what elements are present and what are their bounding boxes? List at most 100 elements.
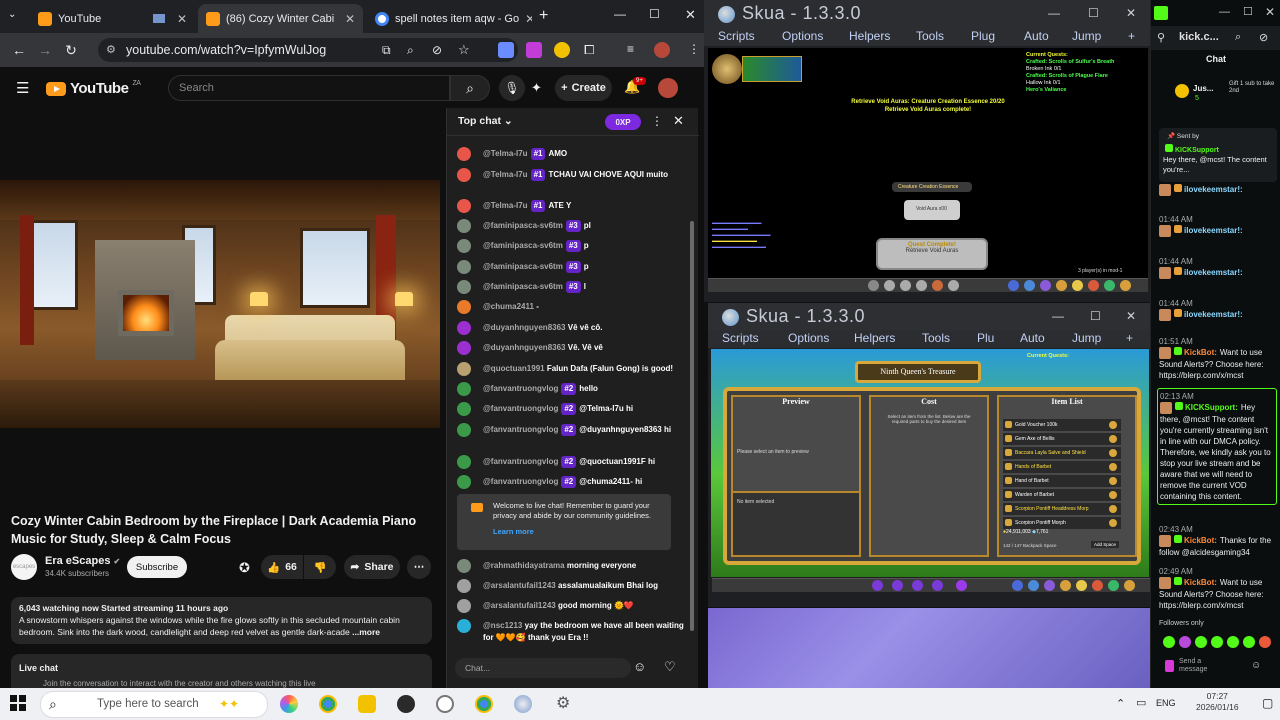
copilot-icon[interactable] [280, 695, 298, 713]
username[interactable]: @rahmathidayatrama [483, 561, 565, 570]
maximize-button[interactable]: ☐ [1090, 309, 1101, 323]
menu-orb[interactable] [1092, 580, 1103, 591]
kick-chat-message[interactable]: 02:13 AM KICKSupport: Hey there, @mcst! Th… [1157, 388, 1277, 505]
menu-plug[interactable]: Plu [977, 331, 994, 345]
game-viewport[interactable]: Ninth Queen's Treasure Current Quests: P… [711, 349, 1149, 577]
account-avatar[interactable] [658, 78, 678, 98]
kick-chat-message[interactable]: 02:49 AM KickBot: Want to use Sound Alerts… [1159, 566, 1277, 611]
puzzle-icon[interactable]: ⧠ [584, 42, 594, 58]
username[interactable]: @Telma-I7u [483, 201, 528, 210]
maximize-button[interactable]: ☐ [1243, 5, 1253, 18]
shop-item-row[interactable]: Warden of Barbet [1003, 489, 1121, 501]
user-avatar[interactable] [457, 455, 471, 469]
username[interactable]: @nsc1213 [483, 621, 522, 630]
language-indicator[interactable]: ENG [1156, 698, 1176, 708]
settings-gear-icon[interactable]: ⚙ [556, 693, 570, 713]
skill-orb[interactable] [872, 580, 883, 591]
username[interactable]: @arsalantufail1243 [483, 601, 556, 610]
more-actions-button[interactable]: ⋯ [407, 555, 431, 579]
user-avatar[interactable] [457, 239, 471, 253]
profile-avatar[interactable] [654, 42, 670, 58]
minimize-button[interactable]: — [1052, 309, 1064, 323]
shop-item-row[interactable]: Gold Voucher 100k [1003, 419, 1121, 431]
description-box[interactable]: 6,043 watching now Started streaming 11 … [11, 597, 432, 644]
reading-list-icon[interactable]: ≡ [627, 42, 634, 56]
close-chat-icon[interactable]: ✕ [673, 113, 684, 129]
microphone-button[interactable]: 🎙 [499, 75, 525, 101]
more-vert-icon[interactable]: ⋮ [651, 114, 663, 128]
skill-orb[interactable] [868, 280, 879, 291]
menu-options[interactable]: Options [788, 331, 829, 345]
search-input[interactable]: Search [168, 75, 450, 101]
menu-options[interactable]: Options [782, 29, 823, 43]
message-user[interactable]: KickBot: [1184, 348, 1217, 357]
user-avatar[interactable] [457, 147, 471, 161]
like-button[interactable]: 👍 66 [261, 555, 303, 579]
menu-orb[interactable] [1120, 280, 1131, 291]
menu-plug[interactable]: Plug [971, 29, 995, 43]
top-chat-dropdown[interactable]: Top chat ⌄ [458, 115, 513, 127]
network-icon[interactable]: ▭ [1136, 696, 1146, 709]
username[interactable]: @fanvantruongvlog [483, 457, 558, 466]
hamburger-menu-icon[interactable]: ☰ [16, 79, 29, 97]
channel-name[interactable]: Era eScapes ✔ [45, 555, 120, 567]
skill-orb[interactable] [932, 280, 943, 291]
username[interactable]: @duyanhnguyen8363 [483, 343, 566, 352]
xp-badge[interactable]: 0XP [605, 114, 641, 130]
maximize-button[interactable]: ☐ [649, 7, 660, 21]
username[interactable]: @duyanhnguyen8363 [483, 323, 566, 332]
message-user[interactable]: KickBot: [1184, 536, 1217, 545]
menu-orb[interactable] [1040, 280, 1051, 291]
user-avatar[interactable] [457, 362, 471, 376]
zoom-icon[interactable]: ⌕ [1235, 31, 1241, 44]
channel-avatar[interactable]: escapes [11, 554, 37, 580]
close-button[interactable]: ✕ [1265, 5, 1275, 19]
menu-orb[interactable] [1072, 280, 1083, 291]
user-avatar[interactable] [457, 559, 471, 573]
message-user[interactable]: ilovekeemstar!: [1184, 185, 1243, 194]
maximize-button[interactable]: ☐ [1088, 6, 1099, 20]
menu-orb[interactable] [1108, 580, 1119, 591]
notifications-icon[interactable]: ▢ [1262, 696, 1273, 710]
user-avatar[interactable] [457, 280, 471, 294]
user-avatar[interactable] [457, 260, 471, 274]
game-viewport[interactable]: Current Quests: Crafted: Scrolls of Sulf… [708, 48, 1148, 286]
kick-url[interactable]: kick.c... [1179, 31, 1219, 43]
tab-cozy-winter[interactable]: (86) Cozy Winter Cabi ✕ [198, 4, 363, 33]
username[interactable]: @Telma-I7u [483, 170, 528, 179]
create-button[interactable]: + Create [555, 75, 612, 101]
gemini-icon[interactable]: ✦ [531, 80, 542, 96]
menu-auto[interactable]: Auto [1024, 29, 1049, 43]
install-icon[interactable]: ⧉ [382, 43, 391, 58]
add-space-button[interactable]: Add Space [1091, 541, 1120, 548]
chrome-menu-icon[interactable]: ⋮ [688, 42, 700, 56]
menu-orb[interactable] [1012, 580, 1023, 591]
start-icon[interactable] [10, 695, 26, 711]
chat-scrollbar[interactable] [690, 221, 694, 631]
close-icon[interactable]: ✕ [345, 12, 355, 26]
skill-orb[interactable] [884, 280, 895, 291]
youtube-logo[interactable]: YouTube ZA [46, 80, 141, 97]
shop-item-row[interactable]: Scorpion Pontiff Morph [1003, 517, 1121, 529]
video-player[interactable] [0, 180, 440, 428]
username[interactable]: @faminipasca-sv6tm [483, 221, 563, 230]
menu-jump[interactable]: Jump [1072, 331, 1101, 345]
message-user[interactable]: ilovekeemstar!: [1184, 226, 1243, 235]
menu-orb[interactable] [1044, 580, 1055, 591]
dislike-button[interactable]: 👎 [304, 555, 336, 579]
search-button[interactable]: ⌕ [450, 75, 490, 101]
menu-orb[interactable] [1060, 580, 1071, 591]
learn-more-link[interactable]: Learn more [493, 527, 663, 537]
message-user[interactable]: KickBot: [1184, 578, 1217, 587]
site-info-icon[interactable]: ⚙ [106, 43, 116, 56]
user-avatar[interactable] [457, 579, 471, 593]
user-avatar[interactable] [457, 300, 471, 314]
minimize-button[interactable]: — [614, 7, 626, 21]
close-icon[interactable]: ✕ [525, 12, 532, 26]
tab-google-search[interactable]: spell notes item aqw - Go ✕ [367, 4, 532, 33]
skill-orb[interactable] [932, 580, 943, 591]
menu-orb[interactable] [1124, 580, 1135, 591]
skill-orb[interactable] [916, 280, 927, 291]
chat-input[interactable]: Chat... [455, 658, 631, 678]
kick-chat-message[interactable]: 01:51 AM KickBot: Want to use Sound Alerts… [1159, 336, 1277, 381]
